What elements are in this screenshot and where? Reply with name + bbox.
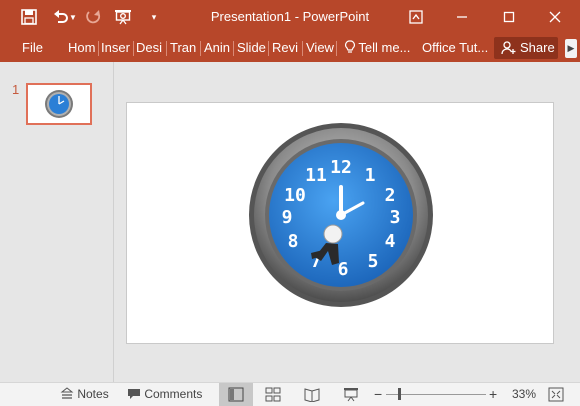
zoom-out-icon[interactable]: − — [374, 383, 382, 406]
tell-me-box[interactable]: Tell me... — [345, 34, 410, 62]
clock-numeral-10: 10 — [284, 185, 306, 206]
close-icon[interactable] — [544, 6, 566, 28]
tab-design[interactable]: Desi — [136, 34, 162, 62]
comments-label: Comments — [144, 387, 203, 401]
customize-toolbar-icon[interactable]: ▾ — [143, 6, 165, 28]
maximize-icon[interactable] — [498, 6, 520, 28]
title-bar: ▼ ▾ Presentation1 - PowerPoint — [0, 0, 580, 34]
clock-numeral-3: 3 — [390, 207, 401, 228]
ribbon-tabs: File Hom Inser Desi Tran Anin Slide Revi… — [0, 34, 580, 62]
redo-icon — [83, 6, 105, 28]
clock-numeral-5: 5 — [368, 251, 379, 272]
normal-view-icon — [228, 387, 244, 402]
tab-transitions[interactable]: Tran — [170, 34, 196, 62]
ribbon-scroll-right-icon[interactable]: ▶ — [565, 39, 577, 58]
fit-slide-to-window-icon[interactable] — [548, 387, 564, 402]
tab-animations[interactable]: Anin — [204, 34, 230, 62]
tab-separator — [98, 41, 99, 56]
status-bar: Notes Comments − + 33% — [0, 382, 580, 406]
present-from-beginning-icon[interactable] — [112, 6, 134, 28]
slide-sorter-view-icon[interactable] — [265, 387, 281, 402]
clock-numeral-8: 8 — [288, 231, 299, 252]
zoom-slider-thumb[interactable] — [398, 388, 401, 400]
tab-separator — [166, 41, 167, 56]
tab-separator — [133, 41, 134, 56]
clock-numeral-4: 4 — [385, 231, 396, 252]
lightbulb-icon — [345, 40, 355, 53]
tab-separator — [200, 41, 201, 56]
notes-label: Notes — [77, 387, 109, 401]
clock-numeral-6: 6 — [338, 259, 349, 280]
notes-button[interactable]: Notes — [60, 383, 109, 406]
ribbon-display-options-icon[interactable] — [405, 6, 427, 28]
clock-numeral-1: 1 — [365, 165, 376, 186]
tab-slide-show[interactable]: Slide — [237, 34, 267, 62]
slide-number: 1 — [12, 82, 20, 97]
tab-separator — [336, 41, 337, 56]
clock-numeral-9: 9 — [282, 207, 293, 228]
person-add-icon — [501, 41, 516, 55]
tab-separator — [233, 41, 234, 56]
share-label: Share — [520, 40, 555, 55]
clock-numeral-11: 11 — [305, 165, 327, 186]
tab-review[interactable]: Revi — [272, 34, 299, 62]
slide-show-view-icon[interactable] — [343, 387, 359, 402]
minimize-icon[interactable] — [451, 6, 473, 28]
slide-thumbnail[interactable] — [26, 83, 92, 125]
comments-button[interactable]: Comments — [127, 383, 202, 406]
slide-canvas[interactable]: 12 1 2 3 4 5 6 7 8 9 10 11 — [126, 102, 554, 344]
clock-numeral-2: 2 — [385, 185, 396, 206]
comment-icon — [128, 389, 140, 399]
thumbnail-clock-icon — [45, 90, 73, 118]
clock-hub — [336, 210, 346, 220]
tab-insert[interactable]: Inser — [101, 34, 130, 62]
tab-separator — [302, 41, 303, 56]
save-icon[interactable] — [18, 6, 40, 28]
normal-view-button[interactable] — [219, 383, 253, 406]
share-button[interactable]: Share — [494, 37, 558, 59]
notes-icon — [60, 387, 74, 399]
undo-dropdown-icon[interactable]: ▼ — [68, 6, 78, 28]
tab-file[interactable]: File — [22, 34, 43, 62]
tab-view[interactable]: View — [306, 34, 334, 62]
zoom-in-icon[interactable]: + — [489, 383, 497, 406]
zoom-level[interactable]: 33% — [512, 383, 536, 406]
tab-separator — [268, 41, 269, 56]
clock-illustration: 12 1 2 3 4 5 6 7 8 9 10 11 — [249, 123, 433, 307]
reading-view-icon[interactable] — [304, 387, 320, 402]
clock-numeral-12: 12 — [330, 157, 352, 178]
tab-home[interactable]: Hom — [68, 34, 95, 62]
zoom-slider-track[interactable] — [386, 394, 486, 395]
tell-me-label: Tell me... — [358, 40, 411, 55]
tab-office-tutorials[interactable]: Office Tut... — [422, 34, 488, 62]
